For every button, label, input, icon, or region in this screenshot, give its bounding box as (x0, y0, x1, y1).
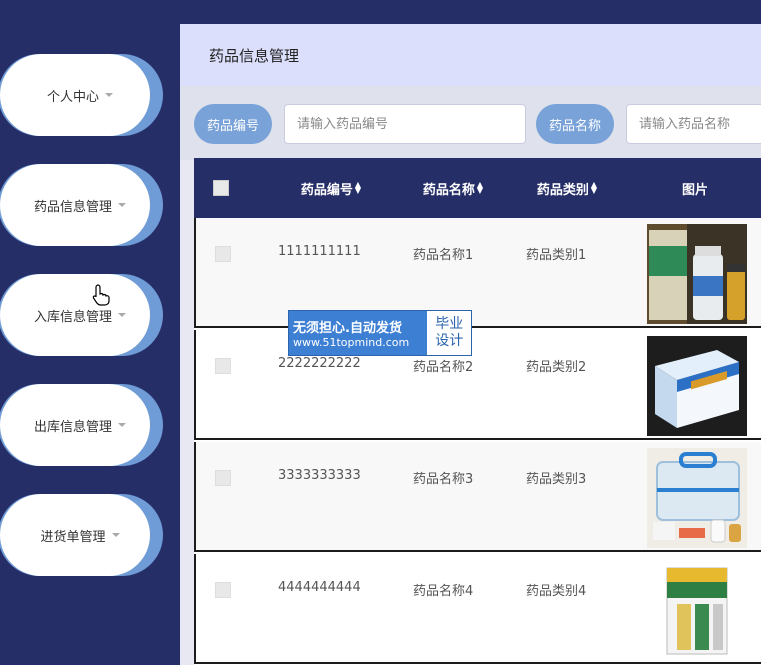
watermark-slogan: 无须担心.自动发货 (293, 321, 402, 336)
table-row[interactable]: 3333333333 药品名称3 药品类别3 (194, 442, 761, 552)
cell-code: 3333333333 (278, 468, 361, 483)
sort-icon: ▲ ▼ (354, 180, 362, 195)
row-checkbox[interactable] (215, 582, 231, 598)
table-row[interactable]: 4444444444 药品名称4 药品类别4 (194, 554, 761, 664)
cell-category: 药品类别2 (526, 360, 587, 375)
cell-name: 药品名称4 (413, 584, 474, 599)
caret-down-icon (111, 533, 120, 537)
nav-item-pill[interactable]: 出库信息管理 (0, 384, 150, 466)
nav-item-pill[interactable]: 药品信息管理 (0, 164, 150, 246)
caret-down-icon (118, 423, 126, 427)
row-checkbox[interactable] (215, 358, 231, 374)
column-header-label: 图片 (681, 182, 708, 198)
column-header-label: 药品编号 (300, 182, 353, 198)
page-title: 药品信息管理 (209, 46, 300, 65)
column-header-label: 药品名称 (422, 182, 475, 198)
sidebar-item-label: 出库信息管理 (33, 419, 112, 435)
row-checkbox[interactable] (215, 246, 231, 262)
sidebar-item-label: 入库信息管理 (33, 309, 112, 325)
cell-name: 药品名称2 (413, 360, 474, 375)
first-aid-kit-photo (647, 448, 747, 548)
nav-item-pill[interactable]: 入库信息管理 (0, 274, 150, 356)
name-search-input[interactable] (626, 104, 761, 144)
code-search-input[interactable] (284, 104, 526, 144)
sidebar-item-label: 个人中心 (46, 89, 99, 105)
row-checkbox[interactable] (215, 470, 231, 486)
table-row[interactable]: 2222222222 药品名称2 药品类别2 (194, 330, 761, 440)
sidebar-item-purchase-order[interactable]: 进货单管理 (0, 494, 165, 576)
nav-item-pill[interactable]: 个人中心 (0, 54, 150, 136)
medicine-box-photo (647, 336, 747, 436)
sidebar-item-label: 进货单管理 (40, 529, 106, 545)
sidebar-item-inbound-info[interactable]: 入库信息管理 (0, 274, 165, 356)
column-header-name[interactable]: 药品名称 ▲ ▼ (398, 158, 508, 218)
watermark-side-line1: 毕业 (435, 316, 464, 332)
column-header-category[interactable]: 药品类别 ▲ ▼ (512, 158, 622, 218)
sidebar: 个人中心 药品信息管理 入库信息管理 出库信息管理 进货单管理 (0, 0, 180, 665)
table-header: 药品编号 ▲ ▼ 药品名称 ▲ ▼ 药品类别 ▲ ▼ 图片 (194, 158, 761, 218)
caret-down-icon (118, 203, 126, 207)
cell-name: 药品名称1 (413, 248, 474, 263)
sidebar-item-label: 药品信息管理 (33, 199, 112, 215)
sort-icon: ▲ ▼ (476, 180, 484, 195)
cell-category: 药品类别4 (526, 584, 587, 599)
select-all-checkbox[interactable] (213, 180, 229, 196)
cell-category: 药品类别3 (526, 472, 587, 487)
column-header-label: 药品类别 (536, 182, 589, 198)
caret-down-icon (105, 93, 113, 97)
caret-down-icon (118, 313, 126, 317)
sort-icon: ▲ ▼ (590, 180, 598, 195)
sidebar-item-medicine-info[interactable]: 药品信息管理 (0, 164, 165, 246)
cell-code: 2222222222 (278, 356, 361, 371)
sidebar-item-personal-center[interactable]: 个人中心 (0, 54, 165, 136)
cell-name: 药品名称3 (413, 472, 474, 487)
cell-category: 药品类别1 (526, 248, 587, 263)
watermark-side-line2: 设计 (435, 333, 464, 349)
page-header: 药品信息管理 (180, 24, 761, 86)
name-search-label: 药品名称 (536, 104, 614, 144)
column-header-code[interactable]: 药品编号 ▲ ▼ (276, 158, 386, 218)
code-search-label: 药品编号 (194, 104, 272, 144)
sidebar-item-outbound-info[interactable]: 出库信息管理 (0, 384, 165, 466)
watermark-badge: 无须担心.自动发货 www.51topmind.com 毕业 设计 (288, 310, 472, 356)
tablet-box-photo (647, 560, 747, 660)
watermark-side: 毕业 设计 (427, 311, 471, 355)
nav-item-pill[interactable]: 进货单管理 (0, 494, 150, 576)
watermark-url: www.51topmind.com (293, 336, 410, 349)
table-row[interactable]: 1111111111 药品名称1 药品类别1 (194, 218, 761, 328)
medicine-table: 药品编号 ▲ ▼ 药品名称 ▲ ▼ 药品类别 ▲ ▼ 图片 1111111111 药品名称1… (194, 158, 761, 665)
column-header-image: 图片 (650, 158, 740, 218)
hand-pointer-icon (92, 284, 110, 306)
medicine-bottle-photo (647, 224, 747, 324)
cell-code: 1111111111 (278, 244, 361, 259)
cell-code: 4444444444 (278, 580, 361, 595)
watermark-text: 无须担心.自动发货 www.51topmind.com (289, 311, 427, 355)
select-all-cell (208, 158, 234, 218)
search-bar: 药品编号 药品名称 (180, 86, 761, 160)
